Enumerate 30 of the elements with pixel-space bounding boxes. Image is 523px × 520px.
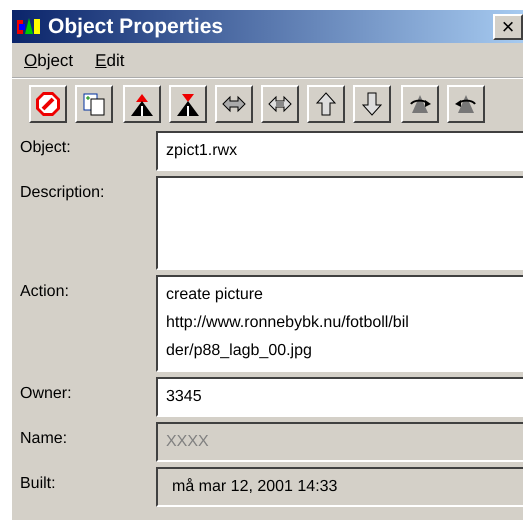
field-label: Description: bbox=[20, 183, 106, 202]
toolbar-button[interactable] bbox=[123, 85, 161, 123]
field-label: Owner: bbox=[20, 384, 73, 403]
toolbar-button[interactable] bbox=[261, 85, 299, 123]
toolbar-button[interactable] bbox=[215, 85, 253, 123]
toolbar-button[interactable] bbox=[401, 85, 439, 123]
text-area[interactable]: create picture http://www.ronnebybk.nu/fotboll/bil der/p88_lagb_00.jpg bbox=[156, 275, 523, 372]
toolbar-button[interactable] bbox=[29, 85, 67, 123]
menu-item[interactable]: Edit bbox=[95, 51, 124, 71]
field-label: Name: bbox=[20, 429, 68, 448]
text-area[interactable] bbox=[156, 176, 523, 270]
toolbar-button[interactable] bbox=[75, 85, 113, 123]
text-field[interactable]: 3345 bbox=[156, 377, 523, 417]
toolbar-button[interactable] bbox=[307, 85, 345, 123]
down-arrow-icon bbox=[175, 91, 201, 117]
toolbar-button[interactable] bbox=[447, 85, 485, 123]
field-label: Object: bbox=[20, 138, 72, 157]
text-field[interactable]: zpict1.rwx bbox=[156, 131, 523, 171]
up-arrow-icon bbox=[313, 91, 339, 117]
down-arrow-icon bbox=[359, 91, 385, 117]
text-field: XXXX bbox=[156, 422, 523, 462]
field-label: Built: bbox=[20, 474, 57, 493]
toolbar-button[interactable] bbox=[169, 85, 207, 123]
menu-item[interactable]: Object bbox=[24, 51, 74, 71]
toolbar-button[interactable] bbox=[353, 85, 391, 123]
window-title: Object Properties bbox=[48, 14, 224, 38]
stop-icon bbox=[35, 91, 61, 117]
field-label: Action: bbox=[20, 282, 70, 301]
copy-icon bbox=[81, 91, 107, 117]
close-button[interactable]: × bbox=[493, 14, 523, 40]
